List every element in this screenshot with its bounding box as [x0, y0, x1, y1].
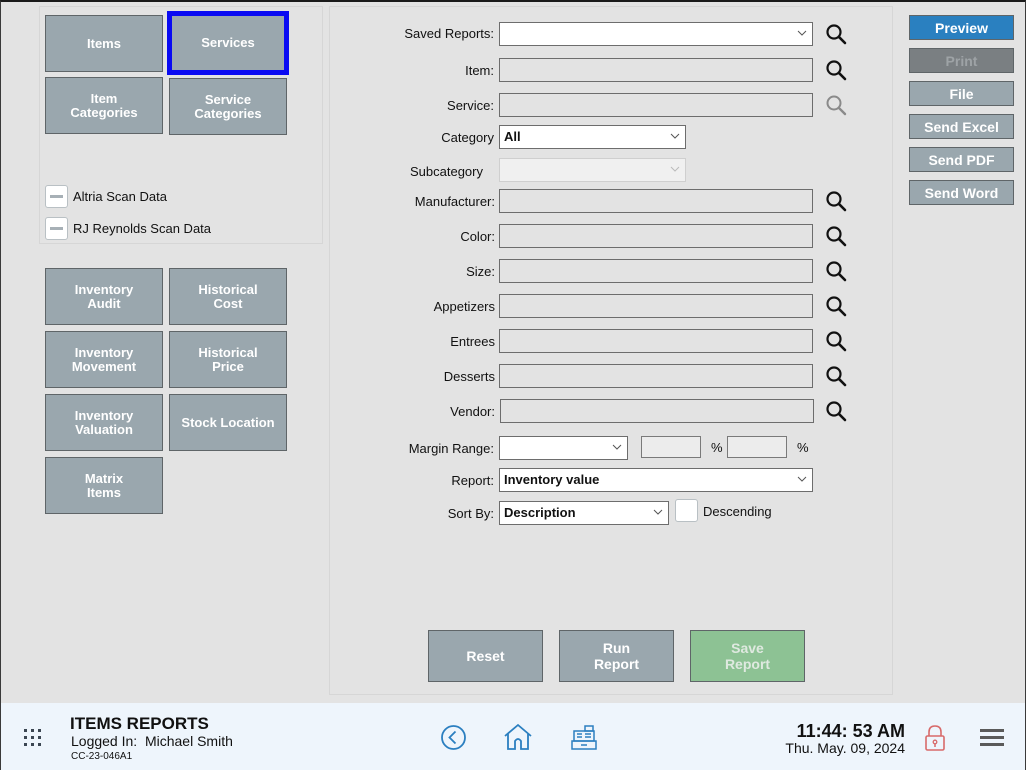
- report-label: Report:: [451, 473, 494, 488]
- entrees-search-icon[interactable]: [824, 329, 848, 353]
- margin-to-percent: %: [797, 440, 809, 455]
- manufacturer-label: Manufacturer:: [414, 194, 495, 209]
- manufacturer-input[interactable]: [499, 189, 813, 213]
- size-search-icon[interactable]: [824, 259, 848, 283]
- sort-by-label: Sort By:: [447, 506, 494, 521]
- file-button[interactable]: File: [909, 81, 1014, 106]
- service-search-icon[interactable]: [824, 93, 848, 117]
- historical-price-tile[interactable]: Historical Price: [169, 331, 287, 388]
- altria-scan-data-option[interactable]: Altria Scan Data: [45, 184, 167, 208]
- category-select[interactable]: All: [499, 125, 686, 149]
- apps-grid-icon[interactable]: [23, 728, 43, 748]
- chevron-down-icon: [670, 133, 680, 139]
- matrix-items-tile[interactable]: Matrix Items: [45, 457, 163, 514]
- appetizers-search-icon[interactable]: [824, 294, 848, 318]
- size-label: Size:: [466, 264, 495, 279]
- hamburger-menu-icon[interactable]: [980, 728, 1005, 748]
- item-input[interactable]: [499, 58, 813, 82]
- chevron-down-icon: [797, 476, 807, 482]
- margin-from-input[interactable]: [641, 436, 701, 458]
- clock-date: Thu. May. 09, 2024: [785, 740, 905, 756]
- send-pdf-button[interactable]: Send PDF: [909, 147, 1014, 172]
- stock-location-tile[interactable]: Stock Location: [169, 394, 287, 451]
- page-title: ITEMS REPORTS: [70, 714, 209, 733]
- clock-time: 11:44: 53 AM: [796, 721, 905, 741]
- subcategory-select[interactable]: [499, 158, 686, 182]
- vendor-label: Vendor:: [450, 404, 495, 419]
- send-word-button[interactable]: Send Word: [909, 180, 1014, 205]
- color-search-icon[interactable]: [824, 224, 848, 248]
- report-value: Inventory value: [504, 472, 600, 487]
- items-tile[interactable]: Items: [45, 15, 163, 72]
- inventory-valuation-tile[interactable]: Inventory Valuation: [45, 394, 163, 451]
- altria-scan-label: Altria Scan Data: [73, 188, 167, 204]
- home-icon[interactable]: [503, 723, 533, 751]
- reset-button[interactable]: Reset: [428, 630, 543, 682]
- margin-range-label: Margin Range:: [408, 441, 494, 456]
- report-select[interactable]: Inventory value: [499, 468, 813, 492]
- margin-to-input[interactable]: [727, 436, 787, 458]
- entrees-input[interactable]: [499, 329, 813, 353]
- station-id: CC-23-046A1: [71, 751, 133, 762]
- logged-in-user: Logged In: Michael Smith: [71, 733, 233, 749]
- subcategory-label: Subcategory: [410, 164, 483, 179]
- historical-cost-tile[interactable]: Historical Cost: [169, 268, 287, 325]
- inventory-audit-tile[interactable]: Inventory Audit: [45, 268, 163, 325]
- cash-register-icon[interactable]: [570, 724, 598, 752]
- item-categories-tile[interactable]: Item Categories: [45, 77, 163, 134]
- appetizers-input[interactable]: [499, 294, 813, 318]
- size-input[interactable]: [499, 259, 813, 283]
- lock-icon[interactable]: [924, 724, 946, 752]
- preview-button[interactable]: Preview: [909, 15, 1014, 40]
- footer-bar: ITEMS REPORTS Logged In: Michael Smith C…: [1, 703, 1025, 770]
- entrees-label: Entrees: [450, 334, 495, 349]
- rj-reynolds-scan-checkbox[interactable]: [45, 216, 68, 240]
- services-tile[interactable]: Services: [167, 11, 289, 75]
- saved-reports-label: Saved Reports:: [404, 26, 494, 41]
- saved-reports-search-icon[interactable]: [824, 22, 848, 46]
- color-input[interactable]: [499, 224, 813, 248]
- chevron-down-icon: [612, 444, 622, 450]
- altria-scan-checkbox[interactable]: [45, 184, 68, 208]
- rj-reynolds-scan-label: RJ Reynolds Scan Data: [73, 220, 212, 236]
- desserts-search-icon[interactable]: [824, 364, 848, 388]
- print-button[interactable]: Print: [909, 48, 1014, 73]
- saved-reports-select[interactable]: [499, 22, 813, 46]
- dash-icon: [50, 226, 63, 230]
- desserts-input[interactable]: [499, 364, 813, 388]
- desserts-label: Desserts: [443, 369, 495, 384]
- save-report-button[interactable]: Save Report: [690, 630, 805, 682]
- descending-label: Descending: [703, 504, 772, 519]
- service-input[interactable]: [499, 93, 813, 117]
- inventory-movement-tile[interactable]: Inventory Movement: [45, 331, 163, 388]
- sort-by-value: Description: [504, 505, 576, 520]
- color-label: Color:: [460, 229, 495, 244]
- item-search-icon[interactable]: [824, 58, 848, 82]
- manufacturer-search-icon[interactable]: [824, 189, 848, 213]
- dash-icon: [50, 194, 63, 198]
- rj-reynolds-scan-data-option[interactable]: RJ Reynolds Scan Data: [45, 216, 211, 240]
- appetizers-label: Appetizers: [433, 299, 495, 314]
- vendor-search-icon[interactable]: [824, 399, 848, 423]
- service-label: Service:: [447, 98, 494, 113]
- chevron-down-icon: [797, 30, 807, 36]
- service-categories-tile[interactable]: Service Categories: [169, 78, 287, 135]
- vendor-input[interactable]: [500, 399, 814, 423]
- chevron-down-icon: [653, 509, 663, 515]
- margin-from-percent: %: [711, 440, 723, 455]
- chevron-down-icon: [670, 166, 680, 172]
- run-report-button[interactable]: Run Report: [559, 630, 674, 682]
- sort-by-select[interactable]: Description: [499, 501, 669, 525]
- send-excel-button[interactable]: Send Excel: [909, 114, 1014, 139]
- descending-checkbox[interactable]: [675, 499, 698, 522]
- margin-range-select[interactable]: [499, 436, 628, 460]
- category-value: All: [504, 129, 521, 144]
- category-label: Category: [441, 130, 494, 145]
- back-icon[interactable]: [440, 724, 467, 751]
- item-label: Item:: [465, 63, 494, 78]
